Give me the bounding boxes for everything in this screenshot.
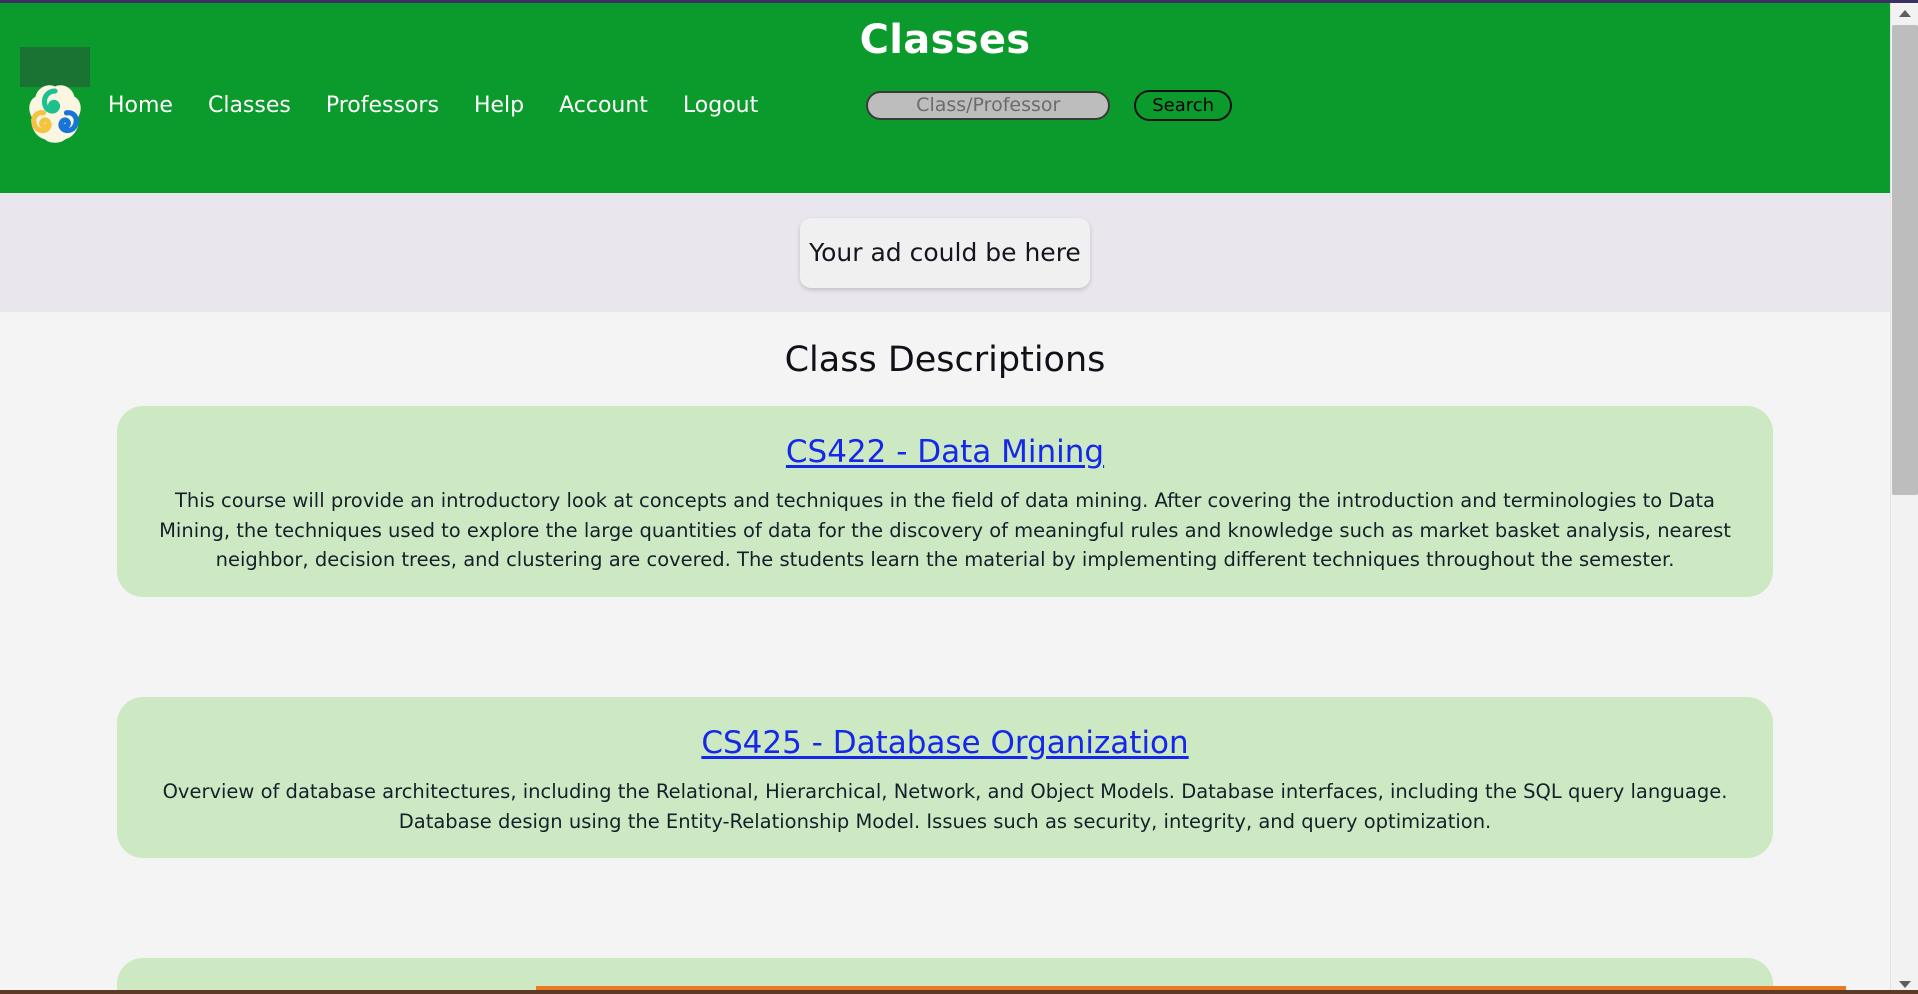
nav-link-logout[interactable]: Logout <box>683 93 758 118</box>
window-bottom-edge <box>0 990 1918 994</box>
brain-logo-icon <box>29 85 81 143</box>
class-link-cs422[interactable]: CS422 - Data Mining <box>786 434 1104 470</box>
class-description: This course will provide an introductory… <box>159 489 1731 572</box>
nav-link-account[interactable]: Account <box>559 93 648 118</box>
vertical-scrollbar[interactable] <box>1890 3 1918 994</box>
nav-link-home[interactable]: Home <box>108 93 173 118</box>
search-button[interactable]: Search <box>1134 89 1233 121</box>
nav-link-classes[interactable]: Classes <box>208 93 291 118</box>
class-card: CS422 - Data Mining This course will pro… <box>117 406 1773 597</box>
main-content: Class Descriptions CS422 - Data Mining T… <box>0 312 1890 994</box>
site-header: Classes Home Classes Professors Help Acc… <box>0 3 1890 193</box>
page-scroll-area: Classes Home Classes Professors Help Acc… <box>0 3 1890 994</box>
page-title: Classes <box>859 17 1031 63</box>
nav-link-professors[interactable]: Professors <box>326 93 439 118</box>
scroll-up-arrow-icon[interactable] <box>1891 3 1918 23</box>
class-link-cs425[interactable]: CS425 - Database Organization <box>701 725 1188 761</box>
browser-viewport: Classes Home Classes Professors Help Acc… <box>0 0 1918 994</box>
advertisement-band: Your ad could be here <box>0 193 1890 312</box>
brand-plate <box>20 47 90 87</box>
ad-placeholder-box[interactable]: Your ad could be here <box>800 217 1090 288</box>
class-description: Overview of database architectures, incl… <box>162 779 1728 833</box>
scrollbar-thumb[interactable] <box>1892 25 1918 495</box>
window-top-edge <box>0 0 1918 3</box>
search-input[interactable] <box>866 90 1111 120</box>
nav-link-help[interactable]: Help <box>474 93 524 118</box>
main-navigation-bar: Home Classes Professors Help Account Log… <box>0 47 1890 143</box>
section-heading: Class Descriptions <box>784 340 1106 380</box>
nav-link-list: Home Classes Professors Help Account Log… <box>108 93 758 118</box>
search-area: Search <box>866 89 1233 121</box>
site-brand[interactable] <box>18 47 114 155</box>
class-card: CS425 - Database Organization Overview o… <box>117 696 1773 859</box>
